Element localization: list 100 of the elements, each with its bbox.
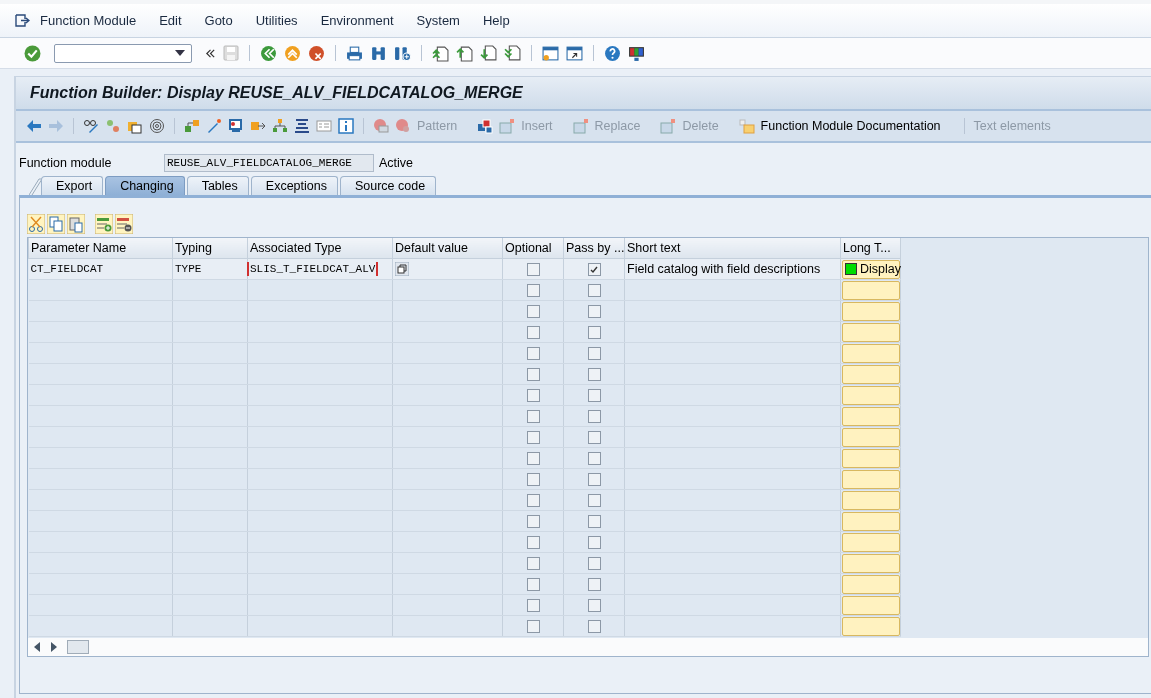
checkbox[interactable] [587, 620, 601, 634]
exit-icon[interactable] [284, 44, 301, 62]
glasses-pencil-icon[interactable] [83, 118, 99, 134]
cancel-icon[interactable] [308, 44, 325, 62]
long-text-button[interactable] [842, 406, 900, 426]
checkbox[interactable] [587, 557, 601, 571]
long-text-button[interactable] [842, 511, 900, 531]
monitor-icon[interactable] [628, 44, 645, 62]
insert-row-icon[interactable] [95, 214, 113, 234]
back-arrow-icon[interactable] [26, 118, 42, 134]
menu-item[interactable]: Environment [320, 13, 394, 28]
block-icon[interactable] [660, 118, 677, 134]
checkbox[interactable] [587, 305, 601, 319]
long-text-button[interactable] [842, 448, 900, 468]
checkbox[interactable] [587, 389, 601, 403]
function-module-field[interactable]: REUSE_ALV_FIELDCATALOG_MERGE [164, 154, 374, 172]
shortcut-icon[interactable] [566, 44, 583, 62]
enter-icon[interactable] [24, 44, 41, 62]
long-text-button[interactable] [842, 364, 900, 384]
long-text-button[interactable] [842, 343, 900, 363]
checkbox[interactable] [526, 368, 540, 382]
checkbox[interactable] [587, 473, 601, 487]
column-header[interactable]: Pass by ... [563, 238, 625, 259]
long-text-button[interactable] [842, 616, 900, 636]
paste-icon[interactable] [67, 214, 85, 234]
menu-item[interactable]: System [416, 13, 460, 28]
first-page-icon[interactable] [432, 44, 449, 62]
checkbox[interactable] [526, 263, 540, 277]
checkbox[interactable] [526, 389, 540, 403]
delete-row-icon[interactable] [115, 214, 133, 234]
long-text-button[interactable] [842, 490, 900, 510]
long-text-button[interactable] [842, 427, 900, 447]
circles-icon[interactable] [105, 118, 121, 134]
menu-item[interactable]: Edit [159, 13, 182, 28]
checkbox[interactable] [526, 578, 540, 592]
checkbox[interactable] [526, 284, 540, 298]
long-text-button[interactable] [842, 469, 900, 489]
checkbox[interactable] [587, 536, 601, 550]
long-text-button[interactable] [842, 322, 900, 342]
block-icon[interactable] [499, 118, 516, 134]
magic-wand-icon[interactable] [206, 118, 222, 134]
checkbox[interactable] [526, 410, 540, 424]
collapse-icon[interactable] [205, 47, 216, 59]
checkbox[interactable] [587, 515, 601, 529]
checkbox[interactable] [587, 263, 601, 277]
menu-item[interactable]: Function Module [40, 13, 137, 28]
checkbox[interactable] [526, 431, 540, 445]
spiral-icon[interactable] [149, 118, 165, 134]
next-page-icon[interactable] [480, 44, 497, 62]
tab[interactable]: Source code [339, 176, 437, 195]
tab[interactable]: Changing [105, 176, 185, 195]
tree-icon[interactable] [272, 118, 288, 134]
command-field[interactable] [54, 43, 192, 63]
back-icon[interactable] [260, 44, 277, 62]
toolbar-button[interactable]: Function Module Documentation [760, 119, 941, 133]
copy-icon[interactable] [395, 262, 409, 277]
checkbox[interactable] [526, 326, 540, 340]
save-icon[interactable] [223, 45, 239, 61]
tab[interactable]: Exceptions [250, 176, 338, 195]
checkbox[interactable] [587, 410, 601, 424]
scroll-left-icon[interactable] [33, 642, 41, 652]
checkbox[interactable] [526, 305, 540, 319]
forward-arrow-icon[interactable] [48, 118, 64, 134]
checkbox[interactable] [526, 452, 540, 466]
long-text-button[interactable] [842, 280, 900, 300]
long-text-button[interactable] [842, 595, 900, 615]
long-text-button[interactable] [842, 553, 900, 573]
long-text-button[interactable] [842, 574, 900, 594]
checkbox[interactable] [587, 284, 601, 298]
menu-icon[interactable] [14, 12, 30, 29]
checkbox[interactable] [526, 599, 540, 613]
previous-page-icon[interactable] [456, 44, 473, 62]
tab[interactable]: Export [41, 176, 104, 195]
checkbox[interactable] [587, 452, 601, 466]
checkbox[interactable] [587, 494, 601, 508]
checkbox[interactable] [526, 515, 540, 529]
menu-item[interactable]: Utilities [255, 13, 298, 28]
checkbox[interactable] [526, 473, 540, 487]
checkbox[interactable] [526, 620, 540, 634]
column-header[interactable]: Short text [624, 238, 841, 259]
checkbox[interactable] [587, 326, 601, 340]
print-icon[interactable] [346, 44, 363, 62]
checkbox[interactable] [526, 536, 540, 550]
last-page-icon[interactable] [504, 44, 521, 62]
long-text-button[interactable] [842, 385, 900, 405]
long-text-button[interactable] [842, 532, 900, 552]
column-header[interactable]: Long T... [840, 238, 901, 259]
block-icon[interactable] [572, 118, 589, 134]
column-header[interactable]: Parameter Name [28, 238, 173, 259]
list-icon[interactable] [316, 118, 332, 134]
help-icon[interactable] [604, 44, 621, 62]
align-icon[interactable] [294, 118, 310, 134]
info-icon[interactable] [338, 118, 354, 134]
checkbox[interactable] [587, 347, 601, 361]
hierarchy-icon[interactable] [184, 118, 200, 134]
horizontal-scrollbar[interactable] [28, 638, 1148, 656]
dropdown-caret-icon[interactable] [175, 50, 185, 56]
checkbox[interactable] [587, 431, 601, 445]
tab-list-icon[interactable] [29, 177, 43, 195]
checkbox[interactable] [526, 557, 540, 571]
